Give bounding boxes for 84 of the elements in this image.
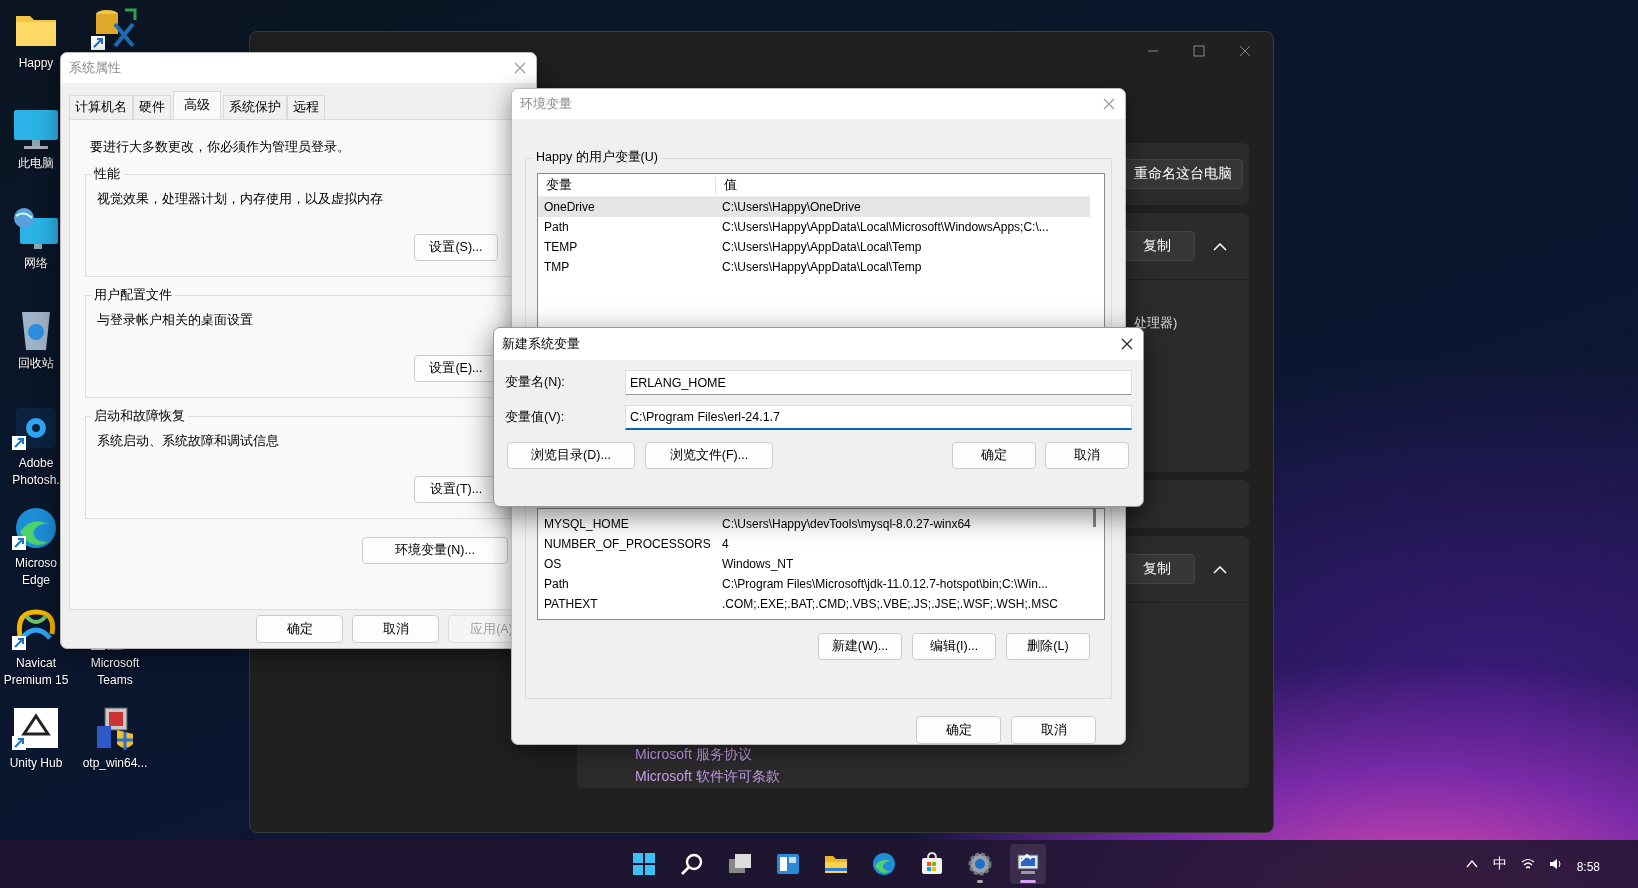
column-header[interactable]: 变量: [538, 176, 716, 194]
dialog-button[interactable]: 确定: [916, 716, 1001, 744]
tab[interactable]: 硬件: [133, 95, 171, 119]
tools-icon[interactable]: [91, 6, 139, 52]
desktop-icon-label: Unity Hub: [8, 755, 64, 772]
desktop-icon-label: Navicat Premium 15: [3, 655, 69, 689]
variable-value: Windows_NT: [721, 557, 794, 571]
variable-value: C:\Users\Happy\AppData\Local\Temp: [721, 240, 922, 254]
variable-row[interactable]: OS Windows_NT: [538, 554, 1090, 574]
variable-value: .COM;.EXE;.BAT;.CMD;.VBS;.VBE;.JS;.JSE;.WSF;.WSH;.MSC: [721, 597, 1058, 611]
variable-value: 4: [721, 537, 729, 551]
browse-button[interactable]: 浏览文件(F)...: [645, 442, 773, 469]
system-icon[interactable]: [1010, 844, 1046, 884]
field-label: 变量名(N):: [505, 374, 566, 391]
tab[interactable]: 远程: [287, 95, 325, 119]
desktop-icon-label: Microso Edge: [14, 555, 58, 589]
variable-value: C:\Users\Happy\devTools\mysql-8.0.27-winx64: [721, 517, 971, 531]
variable-row[interactable]: NUMBER_OF_PROCESSORS 4: [538, 534, 1090, 554]
dialog-button[interactable]: 确定: [256, 615, 343, 643]
desktop-icon-label: 此电脑: [17, 155, 55, 172]
environment-variables-button[interactable]: 环境变量(N)...: [362, 537, 508, 564]
clock[interactable]: 8:58: [1576, 860, 1600, 874]
spec-text: 处理器): [1134, 314, 1179, 332]
variable-name: Path: [543, 577, 570, 591]
tab[interactable]: 高级: [173, 91, 221, 119]
dialog-button[interactable]: 取消: [1011, 716, 1096, 744]
dialog-button[interactable]: 取消: [1045, 442, 1129, 469]
network-icon[interactable]: [12, 206, 60, 252]
variable-row[interactable]: Path C:\Users\Happy\AppData\Local\Microsoft\WindowsApps;C:\...: [538, 217, 1090, 237]
settings-button[interactable]: 设置(S)...: [414, 234, 498, 261]
field-label: 变量值(V):: [505, 409, 566, 426]
rename-button[interactable]: 重命名这台电脑: [1123, 159, 1243, 189]
variable-value: C:\Program Files\Microsoft\jdk-11.0.12.7-hotspot\bin;C:\Win...: [721, 577, 1048, 591]
dialog-title: 新建系统变量: [502, 335, 580, 353]
variable-row[interactable]: MYSQL_HOME C:\Users\Happy\devTools\mysql-8.0.27-winx64: [538, 514, 1090, 534]
desktop-icon-label: 网络: [23, 255, 49, 272]
group-description: 视觉效果，处理器计划，内存使用，以及虚拟内存: [97, 191, 384, 208]
desktop-icon-label: Microsoft Teams: [89, 655, 141, 689]
tab[interactable]: 计算机名: [69, 95, 133, 119]
desktop-icon-label: Adobe Photosh.: [11, 455, 61, 489]
variable-name: TEMP: [543, 240, 579, 254]
variable-name: Path: [543, 220, 570, 234]
variable-row[interactable]: TEMP C:\Users\Happy\AppData\Local\Temp: [538, 237, 1090, 257]
wifi-icon[interactable]: [1520, 857, 1535, 871]
list-button[interactable]: 编辑(I)...: [912, 633, 996, 660]
variable-row[interactable]: OneDrive C:\Users\Happy\OneDrive: [538, 197, 1090, 217]
dialog-button[interactable]: 取消: [352, 615, 439, 643]
dialog-title: 环境变量: [520, 95, 572, 113]
dialog-button[interactable]: 确定: [952, 442, 1036, 469]
variable-row[interactable]: TMP C:\Users\Happy\AppData\Local\Temp: [538, 257, 1090, 277]
group-description: 与登录帐户相关的桌面设置: [97, 312, 254, 329]
speaker-icon[interactable]: [1548, 857, 1563, 871]
group-title: 启动和故障恢复: [91, 408, 188, 425]
link[interactable]: Microsoft 软件许可条款: [635, 768, 1249, 786]
list-button[interactable]: 删除(L): [1006, 633, 1090, 660]
variable-name: TMP: [543, 260, 571, 274]
group-title: 性能: [91, 166, 123, 183]
dialog-title: 系统属性: [69, 59, 121, 77]
browse-button[interactable]: 浏览目录(D)...: [507, 442, 635, 469]
group-description: 系统启动、系统故障和调试信息: [97, 433, 280, 450]
link[interactable]: Microsoft 服务协议: [635, 746, 1249, 764]
desktop-icon-label: 回收站: [17, 355, 55, 372]
input-method[interactable]: 中: [1492, 855, 1507, 873]
desktop-icon-label: otp_win64...: [82, 755, 148, 772]
admin-note: 要进行大多数更改，你必须作为管理员登录。: [90, 139, 351, 156]
variable-name: OneDrive: [543, 200, 596, 214]
variable-row[interactable]: PATHEXT .COM;.EXE;.BAT;.CMD;.VBS;.VBE;.JS;.JSE;.WSF;.WSH;.MSC: [538, 594, 1090, 614]
group-title: 用户配置文件: [91, 287, 175, 304]
group-title: Happy 的用户变量(U): [533, 149, 661, 166]
variable-value: C:\Users\Happy\AppData\Local\Temp: [721, 260, 922, 274]
desktop-icon-label: Happy: [17, 55, 55, 72]
variable-name: OS: [543, 557, 563, 571]
variable-value: C:\Users\Happy\OneDrive: [721, 200, 861, 214]
list-button[interactable]: 新建(W)...: [818, 633, 902, 660]
tab[interactable]: 系统保护: [223, 95, 287, 119]
variable-name: NUMBER_OF_PROCESSORS: [543, 537, 712, 551]
close-icon[interactable]: [1121, 338, 1133, 350]
input-field[interactable]: C:\Program Files\erl-24.1.7: [625, 405, 1132, 430]
input-field[interactable]: ERLANG_HOME: [625, 370, 1132, 395]
variable-name: MYSQL_HOME: [543, 517, 630, 531]
variable-value: C:\Users\Happy\AppData\Local\Microsoft\WindowsApps;C:\...: [721, 220, 1049, 234]
variable-row[interactable]: Path C:\Program Files\Microsoft\jdk-11.0.12.7-hotspot\bin;C:\Win...: [538, 574, 1090, 594]
variable-name: PATHEXT: [543, 597, 599, 611]
column-header[interactable]: 值: [716, 176, 737, 194]
